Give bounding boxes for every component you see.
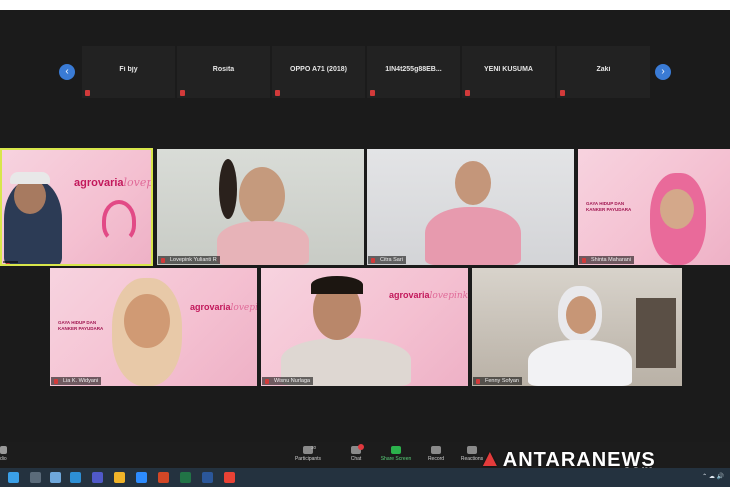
video-tile[interactable]: GAYA HIDUP DAN KANKER PAYUDARA agrovarial… <box>50 268 257 386</box>
participant-label <box>3 261 18 264</box>
share-screen-button[interactable]: Share Screen <box>376 446 416 462</box>
record-button[interactable]: Record <box>416 446 456 462</box>
video-tile[interactable]: GAYA HIDUP DAN KANKER PAYUDARA Shinta Mah… <box>578 149 730 265</box>
participant-face <box>239 167 285 225</box>
folder-icon[interactable] <box>114 472 125 483</box>
participants-label: Participants <box>294 456 322 462</box>
strip-participant[interactable]: Fi bjy <box>82 46 175 98</box>
brand-logo: agrovarialovepink <box>190 302 257 313</box>
hair <box>219 159 237 219</box>
word-icon[interactable] <box>202 472 213 483</box>
edge-icon[interactable] <box>70 472 81 483</box>
participant-label: Citra Sari <box>368 256 406 264</box>
mic-muted-icon <box>275 90 280 96</box>
strip-participant-name: Rosita <box>212 66 235 73</box>
participant-video <box>528 340 632 386</box>
participant-face <box>566 296 596 334</box>
app-icon[interactable] <box>50 472 61 483</box>
brand-logo: agrovarialovepink <box>74 176 153 189</box>
chat-notification-badge <box>358 444 364 450</box>
share-screen-label: Share Screen <box>380 456 412 462</box>
task-view-icon[interactable] <box>30 472 41 483</box>
audio-label: dio <box>0 456 7 462</box>
strip-participant-name: OPPO A71 (2018) <box>290 66 347 73</box>
strip-participant-name: 1IN4t255g88EB... <box>385 66 442 73</box>
participant-face <box>455 161 491 205</box>
system-tray[interactable]: ⌃ ☁ 🔊 <box>702 473 724 480</box>
video-tile[interactable]: Citra Sari <box>367 149 574 265</box>
mic-muted-icon <box>465 90 470 96</box>
participant-video <box>217 221 309 265</box>
participant-face <box>660 189 694 229</box>
participant-label: Lovepink Yulianti R <box>158 256 220 264</box>
tagline: GAYA HIDUP DAN KANKER PAYUDARA <box>58 320 104 331</box>
reactions-icon <box>467 446 477 454</box>
strip-participant[interactable]: Rosita <box>177 46 270 98</box>
participant-label: Lia K. Widyani <box>51 377 102 385</box>
strip-participant[interactable]: OPPO A71 (2018) <box>272 46 365 98</box>
participants-count: 30 <box>311 445 317 450</box>
strip-participant-name: Zaki <box>596 66 611 73</box>
mic-muted-icon <box>370 90 375 96</box>
chat-label: Chat <box>350 456 362 462</box>
shelf <box>636 298 676 368</box>
chevron-left-icon[interactable]: ‹ <box>59 64 75 80</box>
strip-participant[interactable]: 1IN4t255g88EB... <box>367 46 460 98</box>
chrome-icon[interactable] <box>224 472 235 483</box>
strip-participant-name: YENI KUSUMA <box>483 66 533 73</box>
mic-muted-icon <box>560 90 565 96</box>
chevron-right-icon[interactable]: › <box>655 64 671 80</box>
teams-icon[interactable] <box>92 472 103 483</box>
share-screen-icon <box>391 446 401 454</box>
zoom-icon[interactable] <box>136 472 147 483</box>
video-tile[interactable]: Lovepink Yulianti R <box>157 149 364 265</box>
video-tile[interactable]: Fenny Sofyan <box>472 268 682 386</box>
mic-muted-icon <box>180 90 185 96</box>
participant-label: Wisnu Nurlaga <box>262 377 314 385</box>
microphone-icon <box>0 446 7 454</box>
participant-video <box>425 207 521 265</box>
taskbar: ⌃ ☁ 🔊 <box>0 468 730 487</box>
chat-button[interactable]: Chat <box>336 444 376 462</box>
pink-ribbon-illustration <box>102 200 136 242</box>
window-top-bar <box>0 0 730 10</box>
participant-face <box>124 294 170 348</box>
audio-button[interactable]: dio <box>0 446 14 462</box>
hair <box>311 276 363 294</box>
strip-participant[interactable]: YENI KUSUMA <box>462 46 555 98</box>
powerpoint-icon[interactable] <box>158 472 169 483</box>
mic-muted-icon <box>85 90 90 96</box>
windows-start-icon[interactable] <box>8 472 19 483</box>
strip-participant[interactable]: Zaki <box>557 46 650 98</box>
meeting-stage: ‹ Fi bjy Rosita OPPO A71 (2018) 1IN4t255… <box>0 10 730 442</box>
record-label: Record <box>427 456 445 462</box>
participant-label: Shinta Maharani <box>579 256 635 264</box>
strip-participant-name: Fi bjy <box>119 66 138 73</box>
record-icon <box>431 446 441 454</box>
participant-label: Fenny Sofyan <box>473 377 522 385</box>
participants-button[interactable]: 30 Participants <box>288 445 328 462</box>
tagline: GAYA HIDUP DAN KANKER PAYUDARA <box>586 201 632 212</box>
cap <box>10 172 50 184</box>
video-tile-presenter[interactable]: agrovarialovepink <box>0 148 153 266</box>
excel-icon[interactable] <box>180 472 191 483</box>
brand-logo: agrovarialovepink <box>389 290 468 301</box>
video-tile[interactable]: agrovarialovepink Wisnu Nurlaga <box>261 268 468 386</box>
